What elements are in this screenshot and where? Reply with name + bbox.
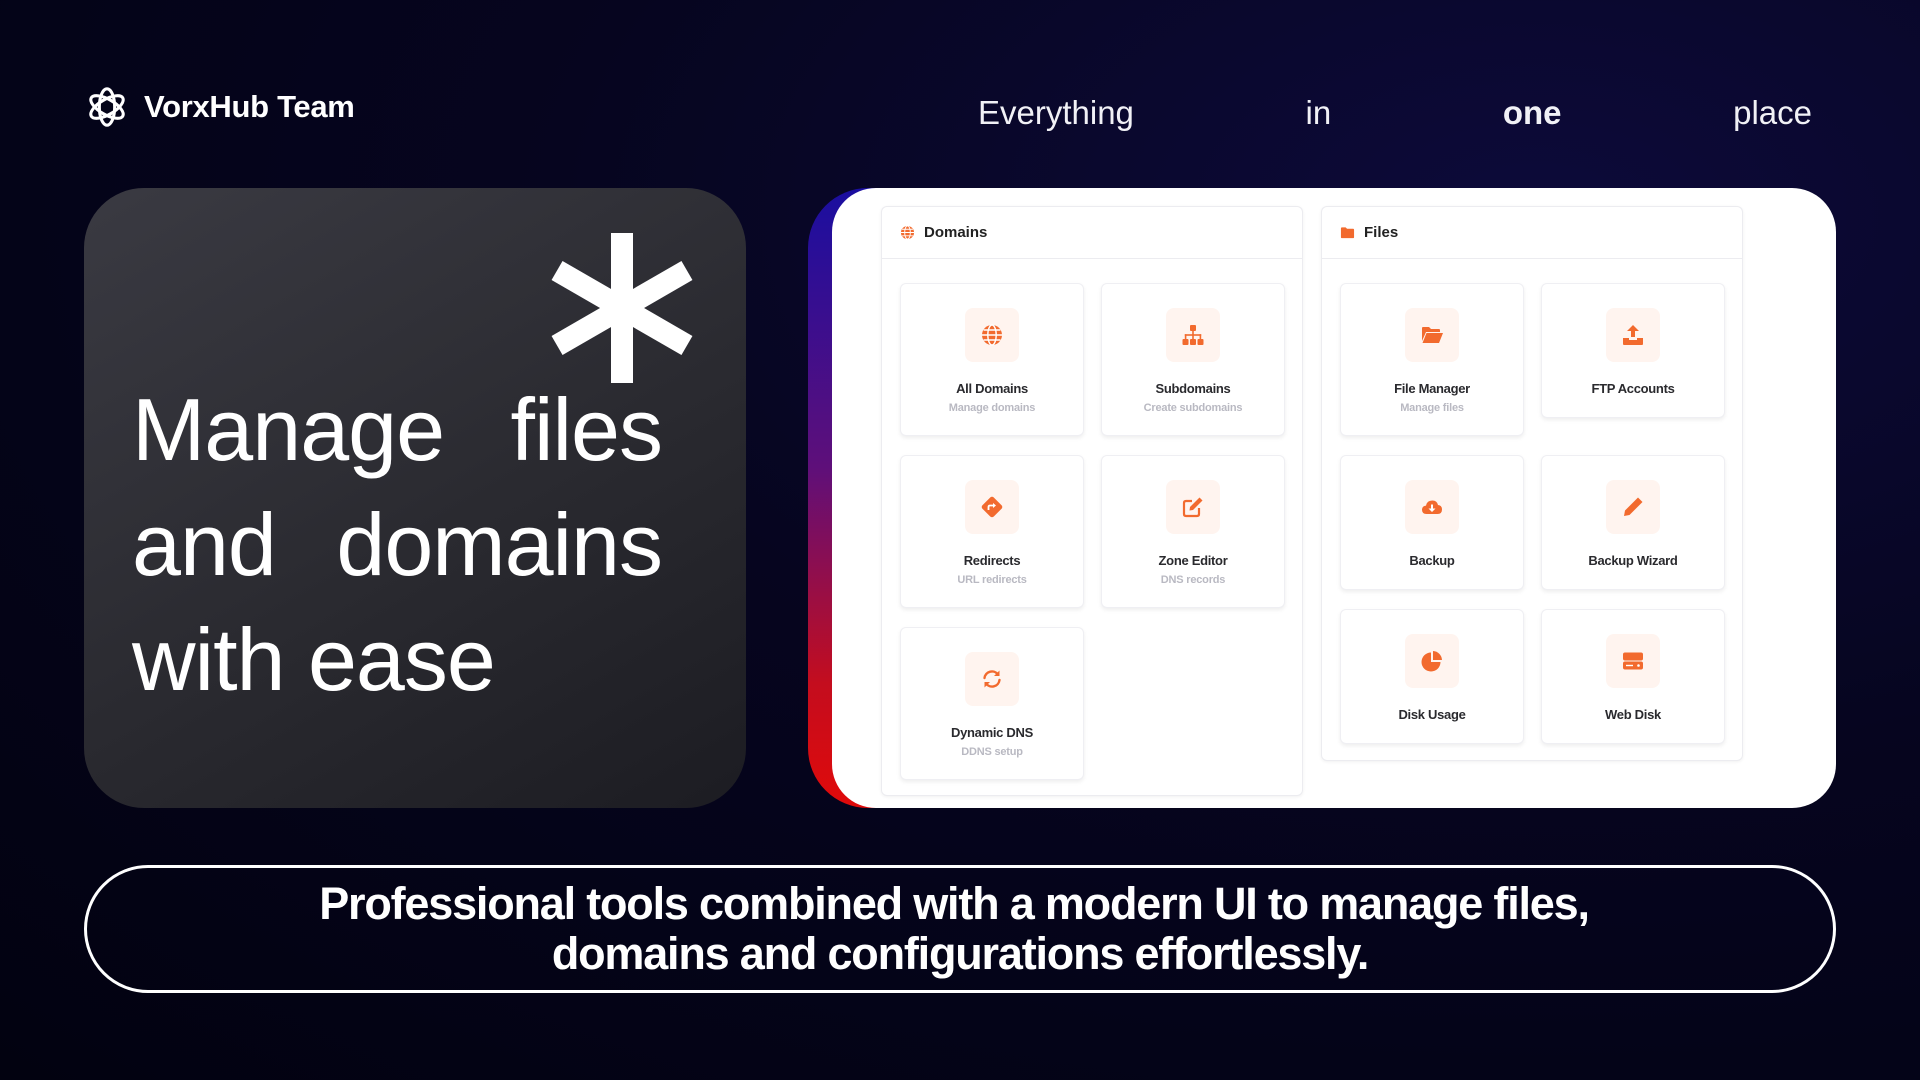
tagline-word-everything: Everything (978, 94, 1134, 131)
pie-chart-icon (1421, 651, 1442, 672)
tile-subdomains[interactable]: Subdomains Create subdomains (1101, 283, 1285, 436)
tile-file-manager[interactable]: File Manager Manage files (1340, 283, 1524, 436)
tile-backup[interactable]: Backup (1340, 455, 1524, 590)
hero-word-domains: domains (336, 495, 663, 594)
domains-title: Domains (924, 224, 988, 241)
hero-word-and: and (132, 495, 277, 594)
tile-title: Redirects (963, 553, 1021, 568)
tile-title: Backup Wizard (1588, 553, 1678, 568)
edit-icon (1182, 497, 1203, 518)
tile-dynamic-dns[interactable]: Dynamic DNS DDNS setup (900, 627, 1084, 780)
tile-subtitle: DDNS setup (961, 746, 1023, 758)
files-header: Files (1322, 207, 1742, 259)
folder-open-icon (1422, 327, 1443, 343)
cloud-download-icon (1422, 500, 1442, 514)
tile-backup-wizard[interactable]: Backup Wizard (1541, 455, 1725, 590)
tile-subtitle: DNS records (1160, 574, 1226, 586)
tile-title: All Domains (956, 381, 1028, 396)
hero-line-1: Manage files (132, 380, 663, 479)
tile-zone-editor[interactable]: Zone Editor DNS records (1101, 455, 1285, 608)
tile-subtitle: Manage domains (948, 402, 1036, 414)
footer-line-1: Professional tools combined with a moder… (319, 878, 1590, 929)
tile-title: Subdomains (1155, 381, 1231, 396)
hero-word-files: files (510, 380, 663, 479)
tile-subtitle: Manage files (1400, 402, 1464, 414)
hero-line-3: with ease (132, 616, 662, 704)
tagline-word-in: in (1305, 94, 1332, 131)
gear-flower-logo-icon (89, 87, 125, 127)
folder-icon (1340, 227, 1355, 239)
brand: VorxHub Team (84, 84, 355, 130)
tile-title: FTP Accounts (1591, 381, 1675, 396)
tagline: Everything in one place (978, 90, 1812, 136)
files-title: Files (1364, 224, 1399, 241)
tile-all-domains[interactable]: All Domains Manage domains (900, 283, 1084, 436)
hero-card: Manage files and domains with ease (84, 188, 746, 808)
tile-title: File Manager (1394, 381, 1470, 396)
brand-name: VorxHub Team (144, 89, 355, 124)
globe-icon (982, 324, 1002, 346)
upload-icon (1623, 325, 1643, 345)
redirect-arrow-icon (981, 496, 1003, 518)
tile-subtitle: Create subdomains (1143, 402, 1243, 414)
tile-title: Disk Usage (1398, 707, 1466, 722)
tile-title: Web Disk (1605, 707, 1661, 722)
footer-pill: Professional tools combined with a moder… (84, 865, 1836, 993)
globe-icon (900, 225, 915, 240)
tile-title: Dynamic DNS (951, 725, 1033, 740)
tile-subtitle: URL redirects (957, 574, 1027, 586)
asterisk-icon (551, 233, 693, 383)
tile-title: Backup (1409, 553, 1455, 568)
hard-drive-icon (1623, 652, 1643, 670)
hero-word-with-ease: with ease (132, 610, 496, 709)
tagline-word-one: one (1502, 94, 1562, 131)
tagline-word-place: place (1733, 94, 1812, 131)
sitemap-icon (1182, 325, 1204, 345)
control-panel-screenshot: Domains All Domains Manage domains Subdo… (832, 188, 1836, 808)
domains-header: Domains (882, 207, 1302, 259)
tile-disk-usage[interactable]: Disk Usage (1340, 609, 1524, 744)
files-section: Files File Manager Manage files FTP Acco… (1321, 206, 1743, 761)
pencil-icon (1624, 497, 1643, 516)
hero-word-manage: Manage (132, 380, 445, 479)
hero-line-2: and domains (132, 495, 663, 594)
tile-title: Zone Editor (1158, 553, 1228, 568)
domains-section: Domains All Domains Manage domains Subdo… (881, 206, 1303, 796)
tile-web-disk[interactable]: Web Disk (1541, 609, 1725, 744)
sync-icon (983, 670, 1001, 688)
footer-line-2: domains and configurations effortlessly. (551, 928, 1369, 979)
tile-ftp-accounts[interactable]: FTP Accounts (1541, 283, 1725, 418)
tile-redirects[interactable]: Redirects URL redirects (900, 455, 1084, 608)
